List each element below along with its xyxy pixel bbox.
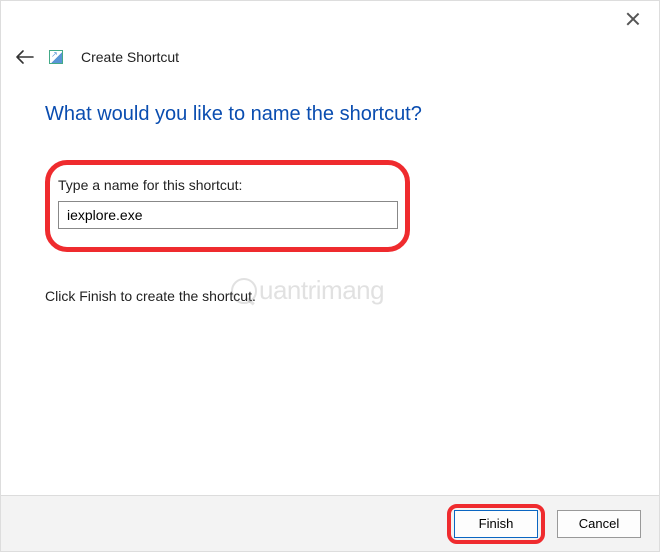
- shortcut-name-input[interactable]: [58, 201, 398, 229]
- header-row: Create Shortcut: [1, 41, 659, 75]
- window-title: Create Shortcut: [81, 49, 179, 65]
- input-label: Type a name for this shortcut:: [58, 177, 391, 193]
- finish-button[interactable]: Finish: [454, 510, 538, 538]
- shortcut-icon: [49, 50, 63, 64]
- highlighted-input-group: Type a name for this shortcut:: [45, 160, 410, 252]
- content-area: What would you like to name the shortcut…: [1, 75, 659, 304]
- cancel-button[interactable]: Cancel: [557, 510, 641, 538]
- instruction-text: Click Finish to create the shortcut.: [45, 288, 615, 304]
- back-arrow-icon[interactable]: [15, 49, 35, 65]
- highlighted-finish-wrap: Finish: [447, 504, 545, 544]
- page-heading: What would you like to name the shortcut…: [45, 103, 615, 126]
- close-icon[interactable]: [625, 11, 641, 27]
- footer-bar: Finish Cancel: [1, 495, 659, 551]
- titlebar: [1, 1, 659, 41]
